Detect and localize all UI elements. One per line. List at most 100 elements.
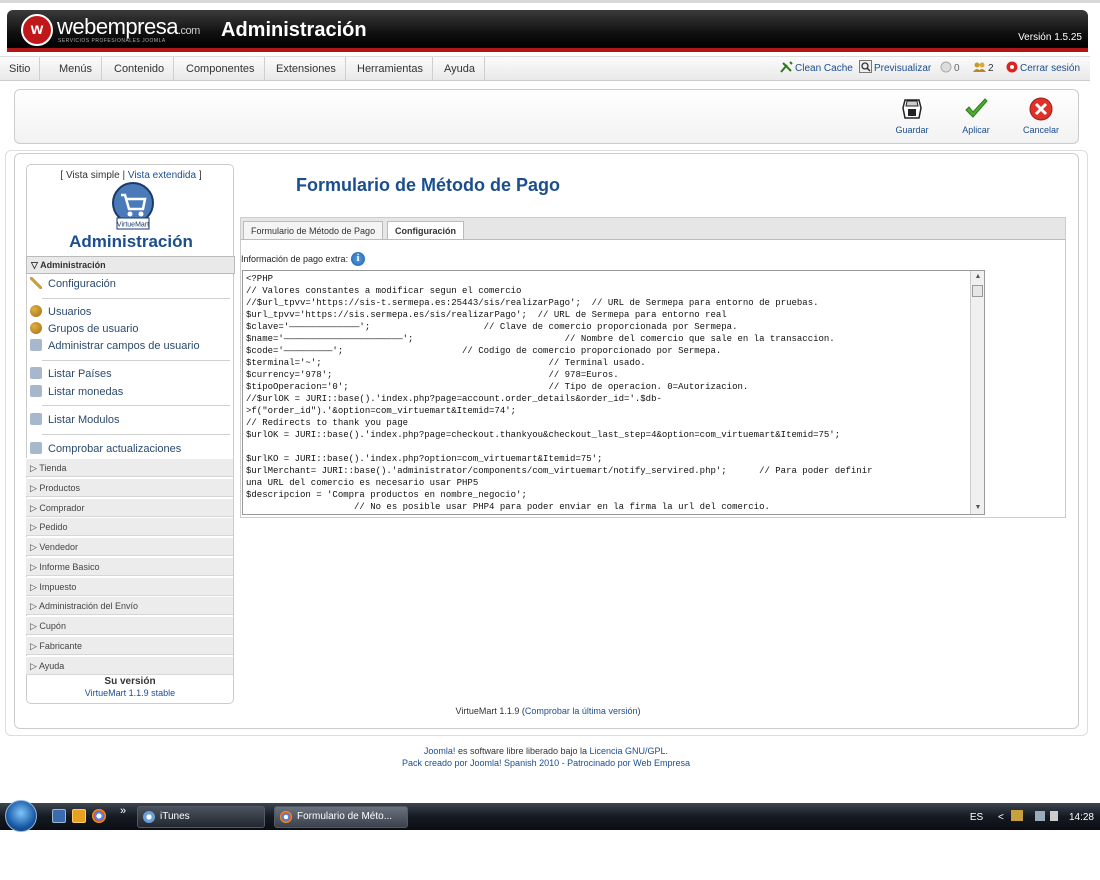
info-icon[interactable]: i: [351, 252, 365, 266]
taskbar-itunes[interactable]: iTunes: [137, 806, 265, 828]
system-tray: ES < 14:28: [970, 810, 1094, 823]
list-icon: [30, 413, 42, 425]
admin-header: w webempresa.com SERVICIOS PROFESIONALES…: [7, 10, 1088, 52]
taskbar-formulario[interactable]: Formulario de Méto...: [274, 806, 408, 828]
wrench-icon: [30, 277, 42, 289]
sidebar-item-paises[interactable]: Listar Países: [30, 366, 230, 382]
joomla-version: Versión 1.5.25: [1018, 32, 1082, 43]
menu-contenido[interactable]: Contenido: [105, 57, 175, 81]
explorer-icon[interactable]: [72, 809, 86, 823]
joomla-link[interactable]: Joomla!: [424, 746, 456, 756]
license-link[interactable]: Licencia GNU/GPL: [590, 746, 666, 756]
language-indicator[interactable]: ES: [970, 812, 983, 823]
chevron-right-icon: ▷: [30, 463, 40, 473]
list-icon: [30, 367, 42, 379]
sidebar-cat-tienda[interactable]: ▷ Tienda: [26, 458, 233, 477]
quicklaunch-more-icon[interactable]: »: [120, 805, 126, 817]
sidebar-item-actualizaciones[interactable]: Comprobar actualizaciones: [30, 441, 230, 457]
payment-extra-info-textarea[interactable]: <?PHP // Valores constantes a modificar …: [242, 270, 985, 515]
logo-tagline: SERVICIOS PROFESIONALES JOOMLA: [58, 38, 166, 44]
sidebar-item-monedas[interactable]: Listar monedas: [30, 384, 230, 400]
clock[interactable]: 14:28: [1069, 812, 1094, 823]
info-extra-label: Información de pago extra:: [241, 254, 349, 264]
sidebar-item-usuarios[interactable]: Usuarios: [30, 304, 230, 320]
volume-icon[interactable]: [1050, 811, 1059, 821]
sidebar-item-configuracion[interactable]: Configuración: [30, 276, 230, 292]
menu-menus[interactable]: Menús: [50, 57, 103, 81]
chevron-right-icon: ▷: [30, 503, 40, 513]
sidebar-cat-vendedor[interactable]: ▷ Vendedor: [26, 537, 233, 556]
tab-configuracion[interactable]: Configuración: [387, 221, 464, 241]
textarea-scrollbar[interactable]: ▲ ▼: [970, 271, 984, 514]
sidebar-divider: [42, 405, 230, 406]
sidebar-divider: [42, 298, 230, 299]
chevron-right-icon: ▷: [30, 621, 40, 631]
preview-link[interactable]: Previsualizar: [859, 57, 931, 81]
su-version-value: VirtueMart 1.1.9 stable: [84, 688, 176, 698]
messages-count[interactable]: 0: [940, 57, 960, 81]
sidebar-admin-title: Administración: [69, 232, 193, 251]
sidebar-cat-envio[interactable]: ▷ Administración del Envío: [26, 596, 233, 615]
tab-formulario[interactable]: Formulario de Método de Pago: [243, 221, 384, 241]
scroll-down-icon[interactable]: ▼: [971, 502, 985, 514]
sidebar-cat-informe[interactable]: ▷ Informe Basico: [26, 557, 233, 576]
action-toolbar: Guardar Aplicar Cancelar: [14, 89, 1079, 144]
virtuemart-version: VirtueMart 1.1.9 (Comprobar la última ve…: [455, 706, 641, 716]
update-icon: [30, 442, 42, 454]
sidebar-item-grupos[interactable]: Grupos de usuario: [30, 321, 230, 337]
chevron-right-icon: ▷: [30, 641, 40, 651]
sidebar-cat-impuesto[interactable]: ▷ Impuesto: [26, 577, 233, 596]
sidebar-cat-comprador[interactable]: ▷ Comprador: [26, 498, 233, 517]
sidebar-divider: [42, 434, 230, 435]
tray-app-icon[interactable]: [1010, 810, 1023, 821]
chevron-right-icon: ▷: [30, 483, 40, 493]
users-online-count[interactable]: 2: [973, 57, 994, 81]
scroll-thumb[interactable]: [972, 285, 983, 297]
su-version-label: Su versión: [104, 676, 156, 687]
virtuemart-logo-icon: VirtueMart: [112, 182, 154, 230]
page-footer: Joomla! es software libre liberado bajo …: [0, 745, 1092, 769]
sidebar-cat-fabricante[interactable]: ▷ Fabricante: [26, 636, 233, 655]
menu-extensiones[interactable]: Extensiones: [267, 57, 346, 81]
sidebar-cat-ayuda[interactable]: ▷ Ayuda: [26, 656, 233, 675]
apply-button[interactable]: Aplicar: [951, 96, 1001, 135]
users-icon: [30, 305, 42, 317]
list-icon: [30, 385, 42, 397]
save-button[interactable]: Guardar: [887, 96, 937, 135]
menu-herramientas[interactable]: Herramientas: [348, 57, 434, 81]
tray-expand-icon[interactable]: <: [998, 812, 1004, 823]
scroll-up-icon[interactable]: ▲: [971, 271, 985, 283]
messages-icon: [940, 61, 952, 73]
tabs-bar: Formulario de Método de Pago Configuraci…: [240, 217, 1066, 241]
sidebar-item-modulos[interactable]: Listar Modulos: [30, 412, 230, 428]
network-icon[interactable]: [1035, 811, 1046, 821]
chrome-icon: [280, 811, 292, 823]
chrome-icon[interactable]: [92, 809, 106, 823]
checkmark-icon: [965, 98, 988, 118]
check-latest-version-link[interactable]: Comprobar la última versión: [525, 706, 638, 716]
menu-componentes[interactable]: Componentes: [177, 57, 265, 81]
start-button-icon[interactable]: [5, 800, 37, 832]
cancel-icon: [1029, 97, 1053, 121]
sidebar-cat-productos[interactable]: ▷ Productos: [26, 478, 233, 497]
clean-cache-link[interactable]: Clean Cache: [780, 57, 853, 81]
vista-extendida-link[interactable]: Vista extendida: [128, 170, 196, 181]
chevron-right-icon: ▷: [30, 601, 39, 611]
chevron-right-icon: ▷: [30, 562, 40, 572]
show-desktop-icon[interactable]: [52, 809, 66, 823]
credits-line[interactable]: Pack creado por Joomla! Spanish 2010 - P…: [0, 757, 1092, 769]
cancel-button[interactable]: Cancelar: [1016, 96, 1066, 135]
sidebar-item-campos[interactable]: Administrar campos de usuario: [30, 338, 230, 354]
magnifier-icon: [859, 60, 872, 73]
sidebar-section-administracion[interactable]: ▽ Administración: [26, 256, 235, 274]
view-switcher: [ Vista simple | Vista extendida ]: [27, 170, 235, 181]
logo-name: webempresa.com: [57, 14, 200, 39]
sidebar-cat-pedido[interactable]: ▷ Pedido: [26, 517, 233, 536]
vista-simple-label: [ Vista simple |: [60, 170, 126, 181]
logout-link[interactable]: Cerrar sesión: [1006, 57, 1080, 81]
sidebar-cat-cupon[interactable]: ▷ Cupón: [26, 616, 233, 635]
menu-ayuda[interactable]: Ayuda: [435, 57, 485, 81]
webempresa-logo-icon: w: [21, 14, 53, 46]
menu-sitio[interactable]: Sitio: [0, 57, 41, 81]
top-border: [0, 0, 1100, 3]
